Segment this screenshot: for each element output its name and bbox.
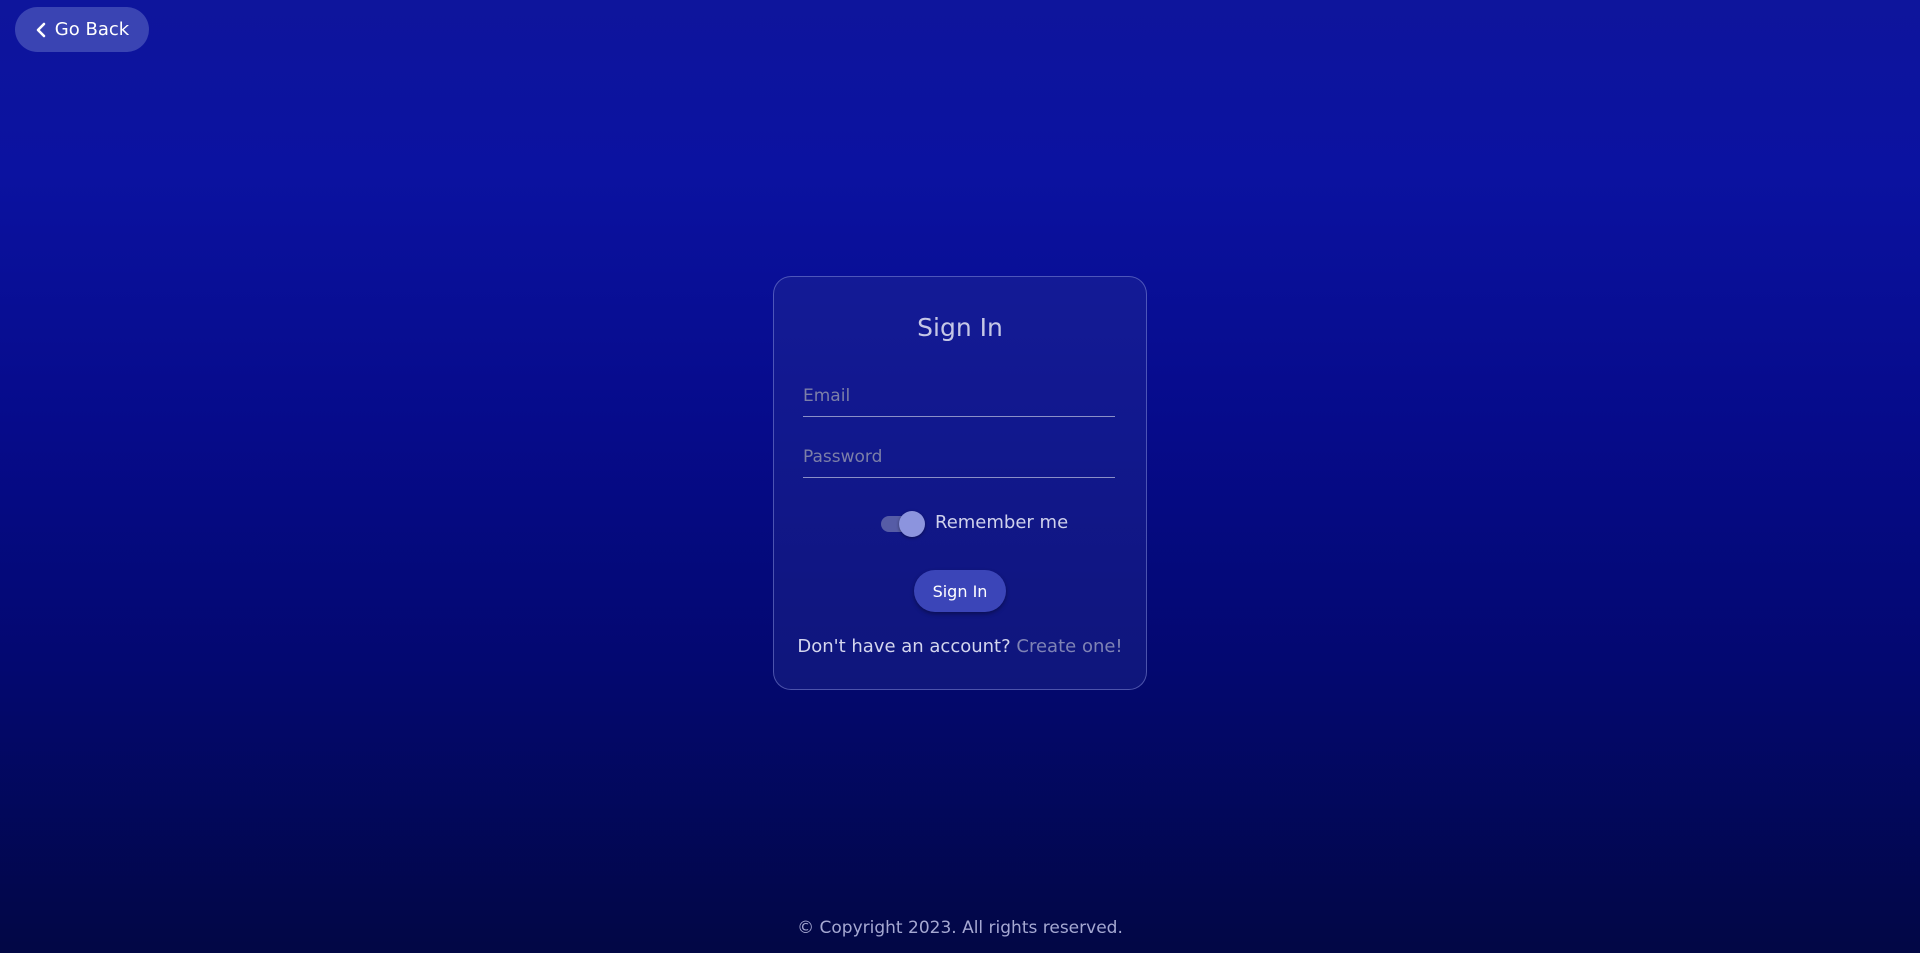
signup-prompt: Don't have an account?	[797, 636, 1011, 657]
toggle-knob	[899, 511, 925, 537]
remember-me-row: Remember me	[881, 511, 1069, 537]
go-back-label: Go Back	[54, 19, 130, 40]
remember-me-toggle[interactable]	[881, 511, 925, 537]
create-account-link[interactable]: Create one!	[1016, 636, 1122, 657]
chevron-left-icon	[35, 22, 47, 38]
signin-card: Sign In	[773, 276, 1147, 690]
email-field	[803, 377, 1115, 417]
signup-prompt-line: Don't have an account? Create one!	[773, 636, 1147, 657]
sign-in-button[interactable]: Sign In	[914, 570, 1006, 612]
password-field	[803, 438, 1115, 478]
remember-me-label: Remember me	[935, 511, 1069, 533]
signin-title: Sign In	[917, 313, 1003, 342]
password-input[interactable]	[803, 438, 1115, 476]
copyright-footer: © Copyright 2023. All rights reserved.	[797, 918, 1123, 938]
go-back-button[interactable]: Go Back	[15, 7, 149, 52]
email-input[interactable]	[803, 377, 1115, 415]
